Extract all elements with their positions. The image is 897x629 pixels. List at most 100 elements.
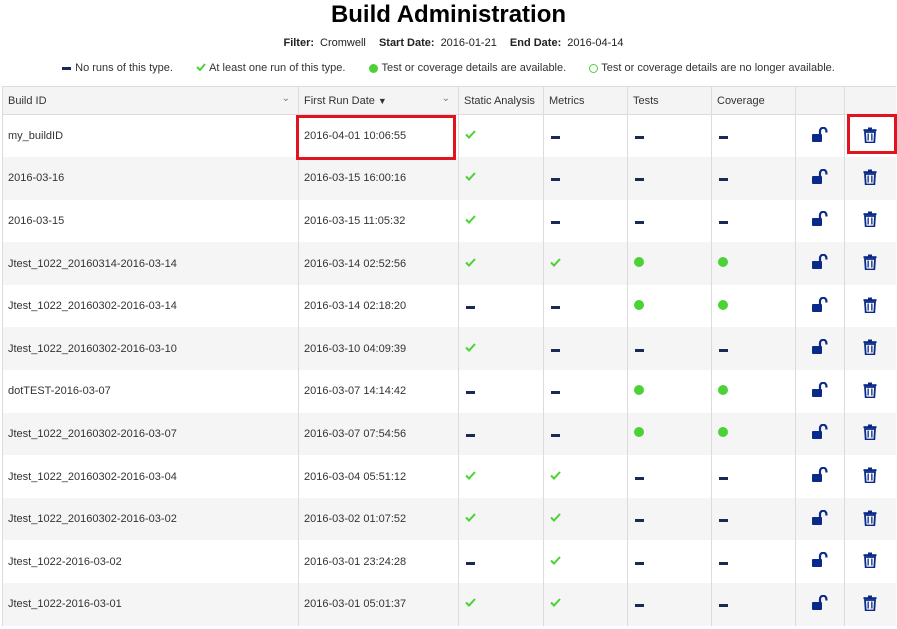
cell-build-id[interactable]: Jtest_1022_20160302-2016-03-07 [2, 412, 299, 456]
sort-desc-icon[interactable]: ▼ [378, 96, 387, 106]
cell-build-id[interactable]: Jtest_1022_20160302-2016-03-04 [2, 455, 299, 498]
cell-first-run-date: 2016-03-01 23:24:28 [298, 540, 459, 584]
cell-delete [844, 284, 896, 328]
trash-icon[interactable] [863, 211, 877, 230]
trash-icon[interactable] [863, 127, 877, 146]
table-row[interactable]: 2016-03-15 2016-03-15 11:05:32 [2, 199, 896, 243]
table-row[interactable]: Jtest_1022_20160302-2016-03-02 2016-03-02… [2, 497, 896, 541]
column-header-static-analysis[interactable]: Static Analysis [458, 86, 544, 115]
unlock-icon[interactable] [811, 552, 829, 571]
dash-icon [719, 220, 728, 224]
unlock-icon[interactable] [811, 211, 829, 230]
trash-icon[interactable] [863, 424, 877, 443]
table-row[interactable]: Jtest_1022_20160314-2016-03-14 2016-03-14… [2, 242, 896, 285]
dash-icon [635, 136, 644, 140]
cell-metrics [543, 497, 628, 541]
cell-metrics [543, 455, 628, 498]
unlock-icon[interactable] [811, 509, 829, 529]
cell-build-id[interactable]: 2016-03-16 [2, 157, 299, 200]
trash-icon[interactable] [863, 169, 877, 188]
trash-icon[interactable] [863, 510, 877, 529]
filled-dot-icon [718, 257, 728, 268]
unlock-icon[interactable] [811, 168, 829, 188]
column-header-build-id[interactable]: Build ID ⌄ [2, 86, 299, 115]
cell-lock [795, 497, 845, 541]
table-row[interactable]: dotTEST-2016-03-07 2016-03-07 14:14:42 [2, 370, 896, 413]
table-row[interactable]: Jtest_1022_20160302-2016-03-07 2016-03-07… [2, 412, 896, 456]
cell-coverage [711, 455, 796, 498]
cell-lock [795, 157, 845, 200]
dash-icon [719, 136, 728, 140]
unlock-icon[interactable] [811, 381, 829, 401]
table-row[interactable]: Jtest_1022_20160302-2016-03-10 2016-03-10… [2, 327, 896, 371]
cell-static-analysis [458, 540, 544, 584]
table-row[interactable]: Jtest_1022-2016-03-01 2016-03-01 05:01:37 [2, 583, 896, 626]
filter-summary: Filter: Cromwell Start Date: 2016-01-21 En… [0, 37, 897, 49]
check-icon [465, 470, 476, 483]
trash-icon[interactable] [863, 339, 877, 358]
start-date-value: 2016-01-21 [440, 37, 497, 49]
table-row[interactable]: my_buildID 2016-04-01 10:06:55 [2, 114, 896, 158]
column-label: First Run Date [304, 94, 375, 107]
cell-tests [627, 455, 712, 498]
trash-icon[interactable] [863, 382, 877, 401]
cell-build-id[interactable]: Jtest_1022_20160302-2016-03-02 [2, 497, 299, 541]
unlock-icon[interactable] [811, 126, 829, 146]
table-row[interactable]: Jtest_1022_20160302-2016-03-04 2016-03-04… [2, 455, 896, 498]
chevron-down-icon[interactable]: ⌄ [282, 93, 290, 104]
dash-icon [635, 604, 644, 608]
cell-static-analysis [458, 114, 544, 158]
filled-dot-icon [368, 63, 378, 73]
trash-icon[interactable] [863, 254, 877, 273]
cell-first-run-date: 2016-04-01 10:06:55 [298, 114, 459, 158]
table-row[interactable]: Jtest_1022-2016-03-02 2016-03-01 23:24:28 [2, 540, 896, 584]
unlock-icon[interactable] [811, 296, 829, 316]
trash-icon[interactable] [863, 595, 877, 614]
cell-build-id[interactable]: Jtest_1022_20160302-2016-03-10 [2, 327, 299, 371]
check-icon [550, 598, 561, 610]
cell-lock [795, 327, 845, 371]
cell-first-run-date: 2016-03-07 07:54:56 [298, 412, 459, 456]
chevron-down-icon[interactable]: ⌄ [442, 93, 450, 104]
trash-icon[interactable] [863, 297, 877, 316]
cell-build-id[interactable]: 2016-03-15 [2, 199, 299, 243]
cell-build-id[interactable]: dotTEST-2016-03-07 [2, 370, 299, 413]
trash-icon[interactable] [863, 552, 877, 571]
cell-coverage [711, 327, 796, 371]
dash-icon [551, 136, 560, 140]
legend-label: At least one run of this type. [209, 62, 346, 75]
column-label: Metrics [549, 94, 585, 107]
cell-tests [627, 242, 712, 285]
cell-metrics [543, 583, 628, 626]
unlock-icon[interactable] [811, 594, 829, 614]
unlock-icon[interactable] [811, 424, 829, 443]
table-row[interactable]: Jtest_1022_20160302-2016-03-14 2016-03-14… [2, 284, 896, 328]
check-icon [550, 470, 561, 483]
check-icon [465, 172, 476, 184]
column-header-metrics[interactable]: Metrics [543, 86, 628, 115]
cell-first-run-date: 2016-03-01 05:01:37 [298, 583, 459, 626]
cell-delete [844, 455, 896, 498]
cell-build-id[interactable]: my_buildID [2, 114, 299, 158]
cell-tests [627, 157, 712, 200]
unlock-icon[interactable] [811, 466, 829, 486]
unlock-icon[interactable] [811, 253, 829, 273]
dash-icon [466, 561, 475, 565]
check-icon [465, 343, 476, 355]
trash-icon[interactable] [863, 467, 877, 486]
filled-dot-icon [634, 427, 644, 438]
cell-build-id[interactable]: Jtest_1022-2016-03-01 [2, 583, 299, 626]
column-header-tests[interactable]: Tests [627, 86, 712, 115]
dash-icon [466, 433, 475, 437]
cell-tests [627, 497, 712, 541]
table-row[interactable]: 2016-03-16 2016-03-15 16:00:16 [2, 157, 896, 200]
column-header-coverage[interactable]: Coverage [711, 86, 796, 115]
cell-metrics [543, 540, 628, 584]
cell-build-id[interactable]: Jtest_1022-2016-03-02 [2, 540, 299, 584]
cell-build-id[interactable]: Jtest_1022_20160302-2016-03-14 [2, 284, 299, 328]
unlock-icon[interactable] [811, 339, 829, 358]
cell-coverage [711, 497, 796, 541]
cell-build-id[interactable]: Jtest_1022_20160314-2016-03-14 [2, 242, 299, 285]
column-header-first-run-date[interactable]: First Run Date ▼ ⌄ [298, 86, 459, 115]
column-label: Build ID [8, 94, 47, 107]
